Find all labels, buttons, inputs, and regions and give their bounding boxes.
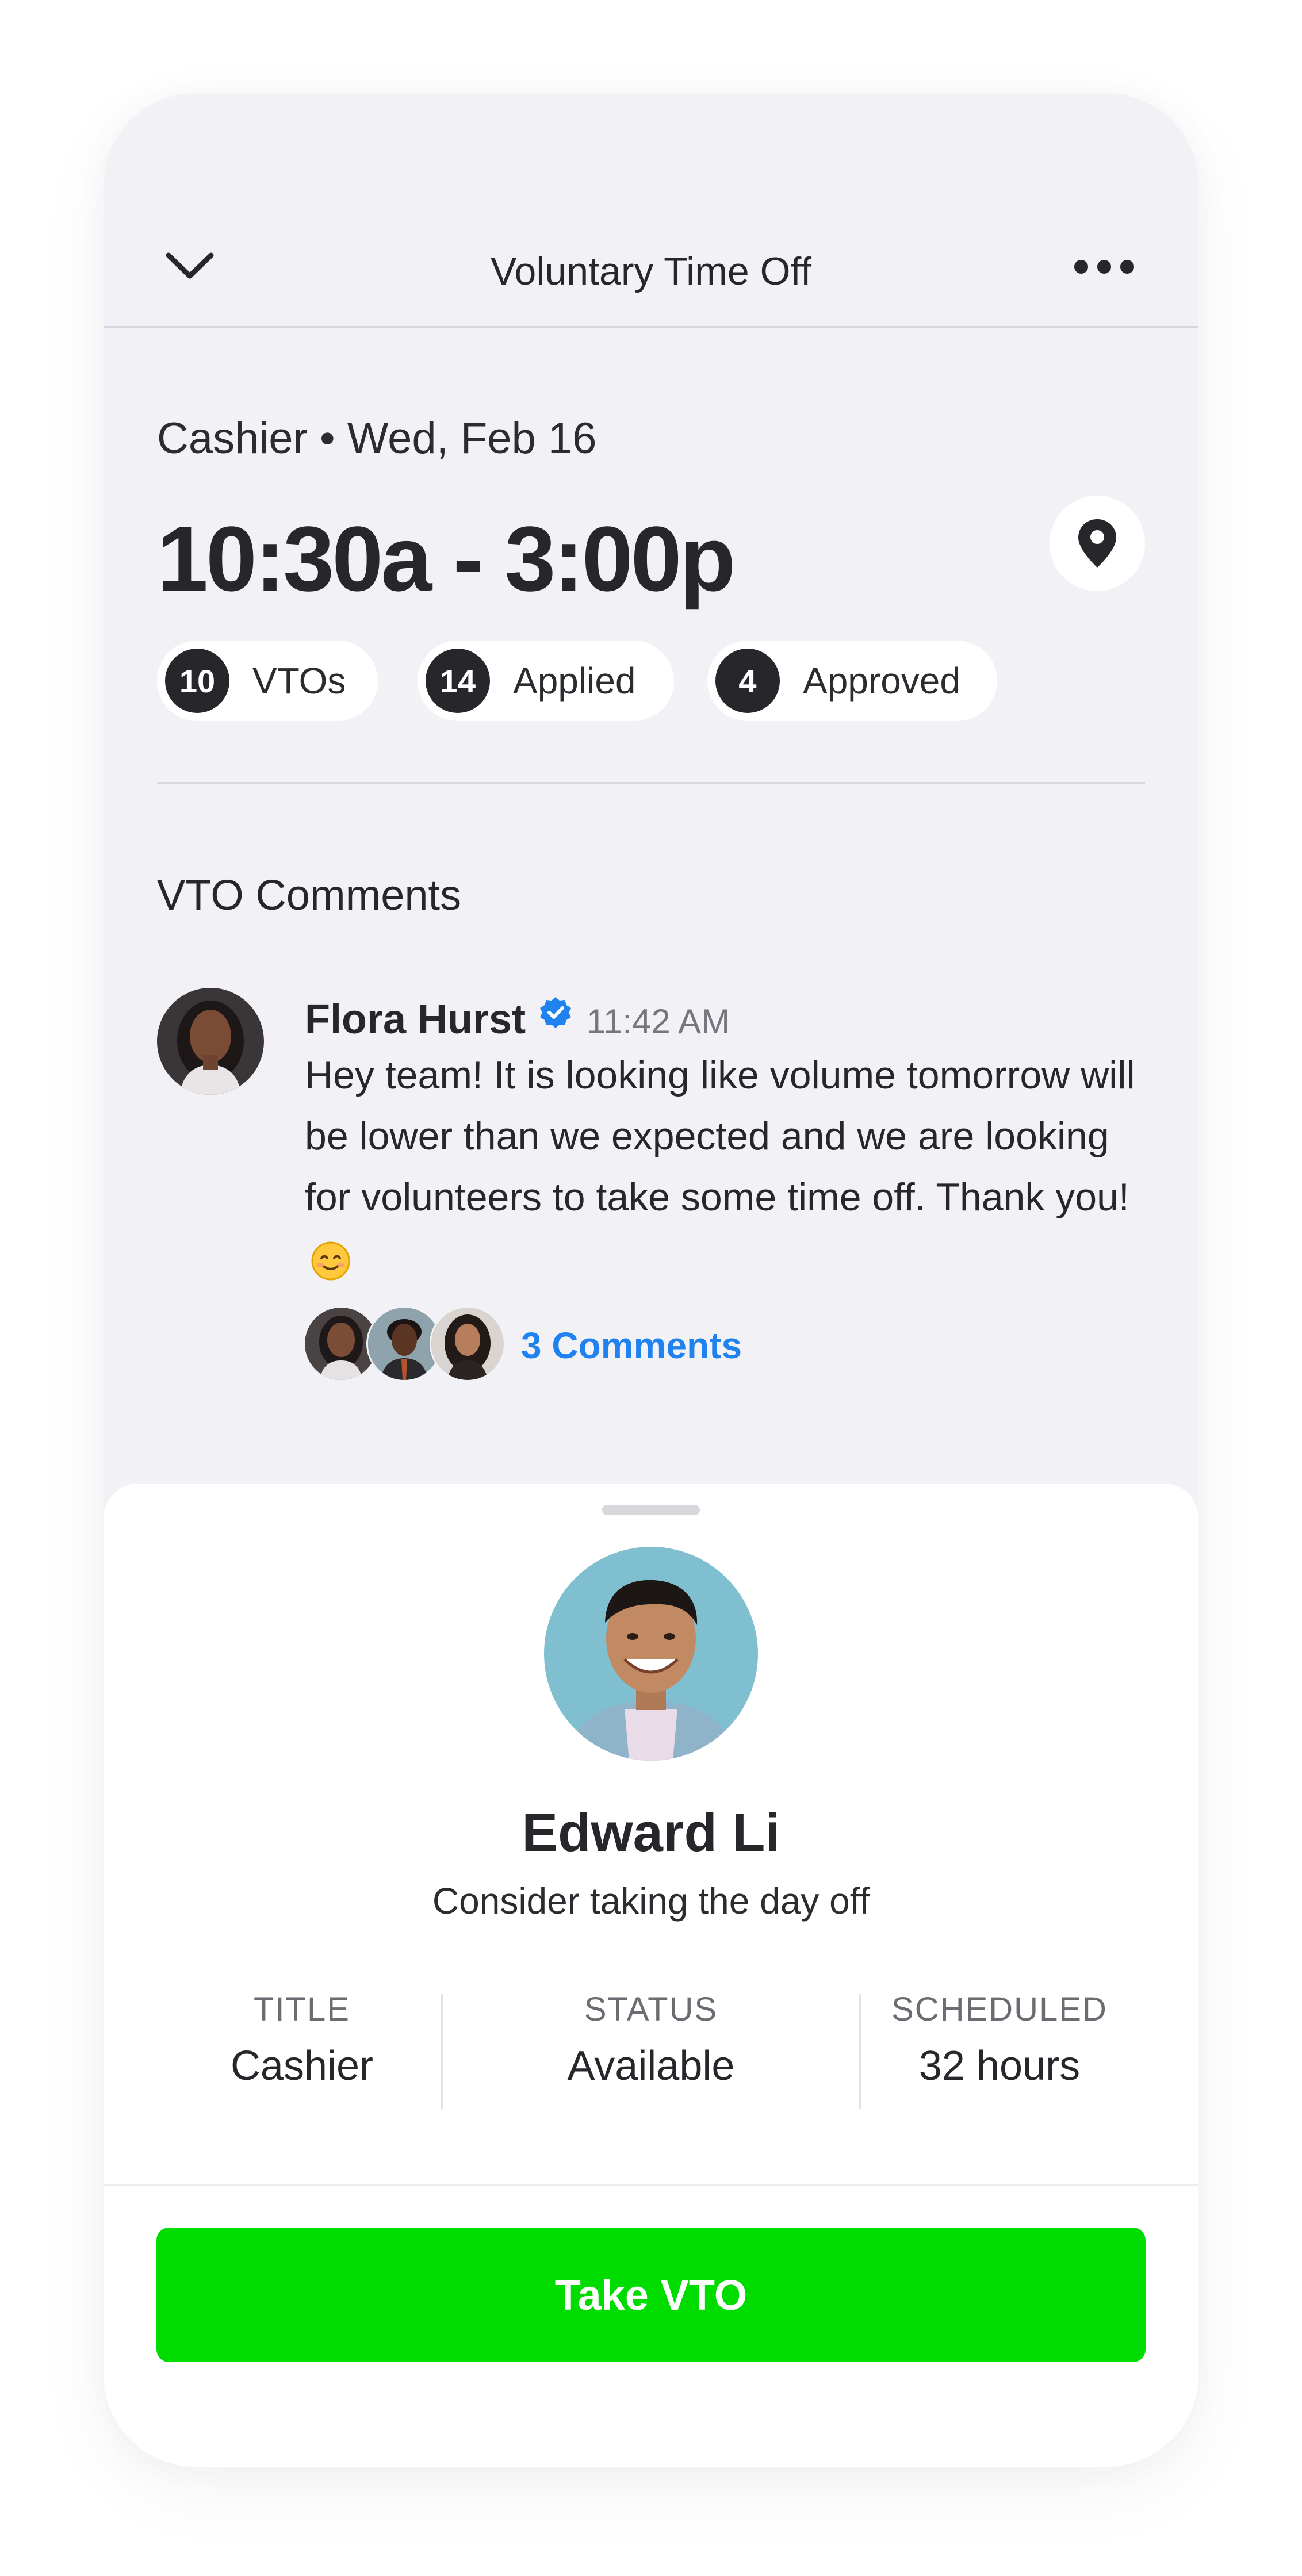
- approved-count: 4: [715, 649, 780, 713]
- verified-badge-icon: [540, 997, 571, 1028]
- avatar[interactable]: [157, 988, 264, 1095]
- top-bar: Voluntary Time Off: [104, 93, 1198, 328]
- stat-label: STATUS: [584, 1991, 718, 2028]
- stat-value: Available: [567, 2043, 735, 2089]
- approved-count-pill: 4 Approved: [707, 641, 997, 721]
- stat-value: 32 hours: [918, 2043, 1081, 2089]
- commenter-avatar: [431, 1308, 504, 1380]
- comment-timestamp: 11:42 AM: [587, 1002, 730, 1041]
- vto-count: 10: [165, 649, 229, 713]
- smiling-face-emoji-icon: [311, 1241, 350, 1281]
- approved-count-label: Approved: [803, 660, 960, 702]
- commenter-avatar: [305, 1308, 377, 1380]
- section-divider: [157, 782, 1145, 784]
- phone-screen: Voluntary Time Off Cashier • Wed, Feb 16…: [104, 93, 1198, 2467]
- comment-message: Hey team! It is looking like volume tomo…: [305, 1045, 1139, 1289]
- sheet-divider: [104, 2184, 1198, 2186]
- commenter-avatar: [368, 1308, 441, 1380]
- vto-count-pill: 10 VTOs: [157, 641, 378, 721]
- profile-tagline: Consider taking the day off: [432, 1880, 870, 1922]
- map-pin-icon: [1078, 519, 1116, 568]
- applied-count: 14: [426, 649, 490, 713]
- applied-count-pill: 14 Applied: [418, 641, 674, 721]
- comment-author: Flora Hurst: [305, 996, 526, 1042]
- take-vto-button[interactable]: Take VTO: [156, 2228, 1146, 2362]
- more-horizontal-icon[interactable]: [1073, 255, 1136, 278]
- profile-name: Edward Li: [522, 1802, 780, 1862]
- stat-divider: [441, 1994, 443, 2109]
- shift-time-range: 10:30a - 3:00p: [157, 507, 736, 610]
- shift-subtitle: Cashier • Wed, Feb 16: [157, 414, 597, 463]
- sheet-drag-handle[interactable]: [602, 1505, 700, 1515]
- comments-section-title: VTO Comments: [157, 871, 462, 919]
- page-title: Voluntary Time Off: [490, 250, 812, 293]
- bottom-sheet: Edward Li Consider taking the day off TI…: [104, 1483, 1198, 2467]
- stat-status: STATUS Available: [460, 1989, 842, 2092]
- vto-count-label: VTOs: [252, 660, 346, 702]
- stat-value: Cashier: [230, 2043, 374, 2089]
- stat-label: SCHEDULED: [891, 1991, 1108, 2028]
- comment-text: Hey team! It is looking like volume tomo…: [305, 1053, 1135, 1219]
- applied-count-label: Applied: [513, 660, 636, 702]
- profile-avatar: [544, 1547, 758, 1761]
- stat-title: TITLE Cashier: [159, 1989, 445, 2092]
- stat-scheduled: SCHEDULED 32 hours: [856, 1989, 1143, 2092]
- stat-label: TITLE: [254, 1991, 350, 2028]
- location-button[interactable]: [1050, 496, 1145, 591]
- view-comments-link[interactable]: 3 Comments: [521, 1324, 742, 1367]
